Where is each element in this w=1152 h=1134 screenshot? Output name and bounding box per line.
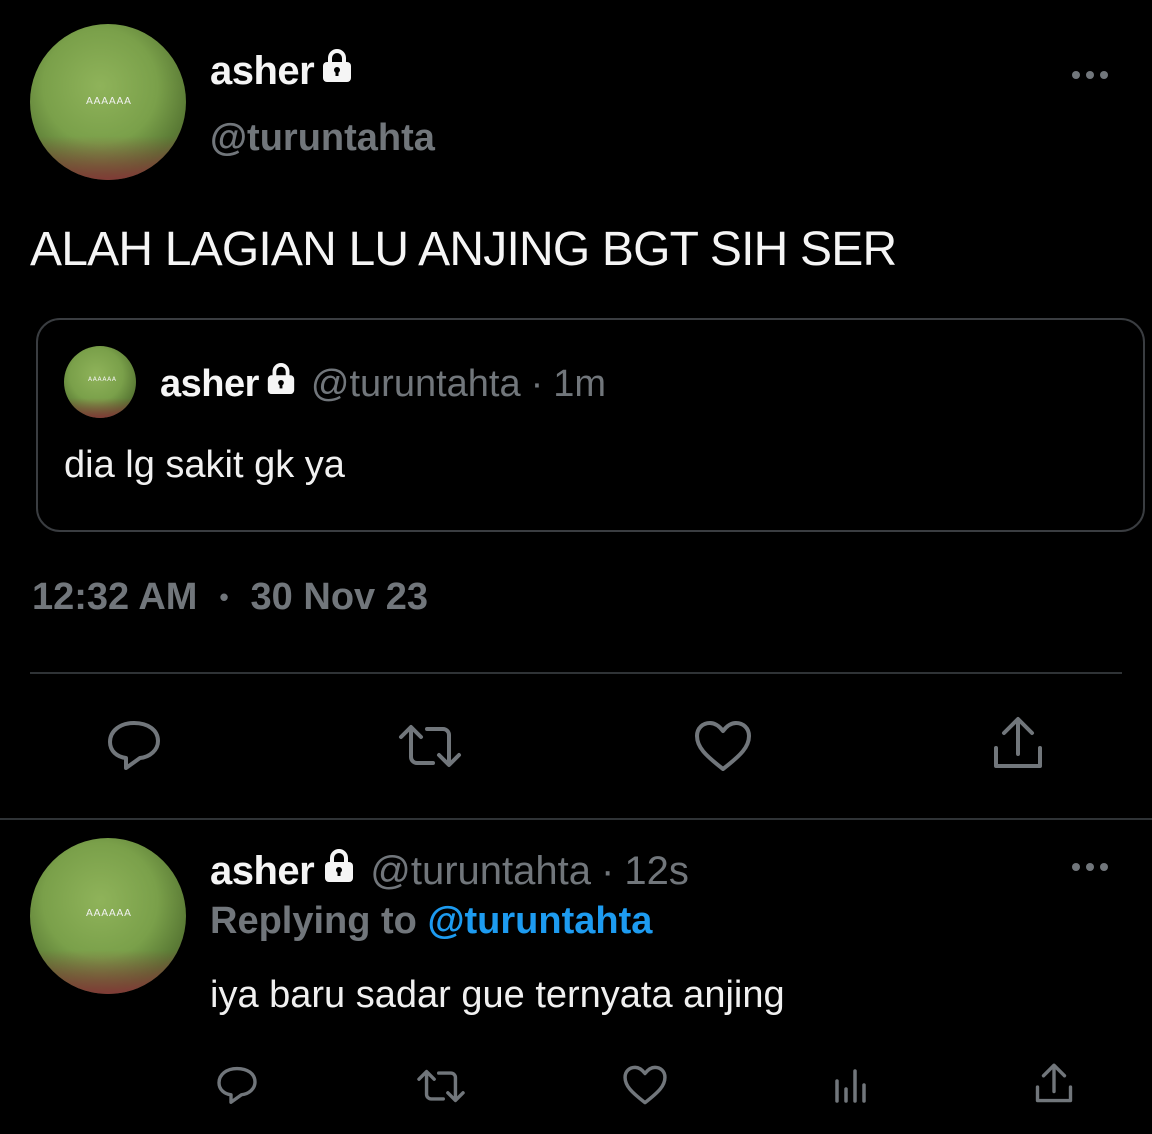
- lock-icon: [320, 48, 354, 94]
- avatar-text: AAAAAA: [88, 376, 117, 383]
- reply-button[interactable]: [212, 1062, 262, 1108]
- main-tweet-avatar[interactable]: AAAAAA: [30, 24, 186, 180]
- quoted-tweet-card[interactable]: AAAAAA asher @turuntahta · 1m dia lg sak…: [36, 318, 1145, 532]
- divider: [30, 672, 1122, 674]
- share-button[interactable]: [986, 712, 1050, 776]
- quoted-tweet-age: 1m: [553, 362, 607, 405]
- tweet-timestamp[interactable]: 12:32 AM • 30 Nov 23: [32, 576, 428, 619]
- retweet-icon: [399, 725, 461, 767]
- reply-tweet-age[interactable]: 12s: [624, 849, 689, 894]
- reply-tweet-header: asher @turuntahta · 12s: [210, 848, 689, 894]
- author-handle[interactable]: @turuntahta: [210, 117, 435, 160]
- divider: [0, 818, 1152, 820]
- share-icon: [1035, 1063, 1073, 1103]
- author-display-name[interactable]: asher: [210, 49, 315, 94]
- reply-icon: [217, 1066, 257, 1104]
- separator-dot: •: [219, 582, 229, 612]
- tweet-time[interactable]: 12:32 AM: [32, 576, 197, 619]
- separator-dot: ·: [530, 362, 544, 405]
- avatar-text: AAAAAA: [86, 96, 132, 107]
- reply-tweet-text: iya baru sadar gue ternyata anjing: [210, 974, 785, 1016]
- replying-to-label: Replying to: [210, 900, 417, 942]
- retweet-button[interactable]: [392, 716, 468, 776]
- separator-dot: ·: [601, 848, 615, 893]
- heart-icon: [695, 721, 751, 771]
- avatar-text: AAAAAA: [86, 908, 132, 919]
- lock-icon: [322, 848, 356, 894]
- reply-author-name[interactable]: asher: [210, 849, 315, 894]
- lock-icon: [265, 362, 297, 406]
- reply-author-handle[interactable]: @turuntahta: [370, 849, 591, 894]
- quoted-tweet-text: dia lg sakit gk ya: [64, 444, 345, 486]
- like-button[interactable]: [620, 1062, 670, 1108]
- retweet-icon: [417, 1069, 465, 1103]
- quoted-tweet-avatar: AAAAAA: [64, 346, 136, 418]
- reply-tweet-avatar[interactable]: AAAAAA: [30, 838, 186, 994]
- like-button[interactable]: [690, 716, 756, 776]
- share-icon: [994, 717, 1042, 768]
- share-button[interactable]: [1030, 1060, 1078, 1108]
- reply-icon: [108, 721, 160, 770]
- views-icon: [835, 1069, 866, 1103]
- tweet-text: ALAH LAGIAN LU ANJING BGT SIH SER: [30, 223, 897, 276]
- more-options-button[interactable]: [1068, 852, 1112, 882]
- tweet-date[interactable]: 30 Nov 23: [251, 576, 428, 619]
- quoted-author-name: asher: [160, 362, 259, 405]
- retweet-button[interactable]: [412, 1064, 470, 1108]
- views-button[interactable]: [828, 1064, 874, 1108]
- more-options-button[interactable]: [1068, 60, 1112, 90]
- quoted-author-handle: @turuntahta: [310, 362, 521, 405]
- reply-button[interactable]: [100, 714, 168, 776]
- heart-icon: [623, 1065, 667, 1105]
- more-horizontal-icon: [1072, 71, 1108, 79]
- quoted-tweet-header: asher @turuntahta · 1m: [160, 362, 606, 406]
- main-tweet-author[interactable]: asher: [210, 48, 354, 94]
- more-horizontal-icon: [1072, 863, 1108, 871]
- replying-to: Replying to @turuntahta: [210, 900, 652, 943]
- replying-to-handle-link[interactable]: @turuntahta: [427, 900, 652, 942]
